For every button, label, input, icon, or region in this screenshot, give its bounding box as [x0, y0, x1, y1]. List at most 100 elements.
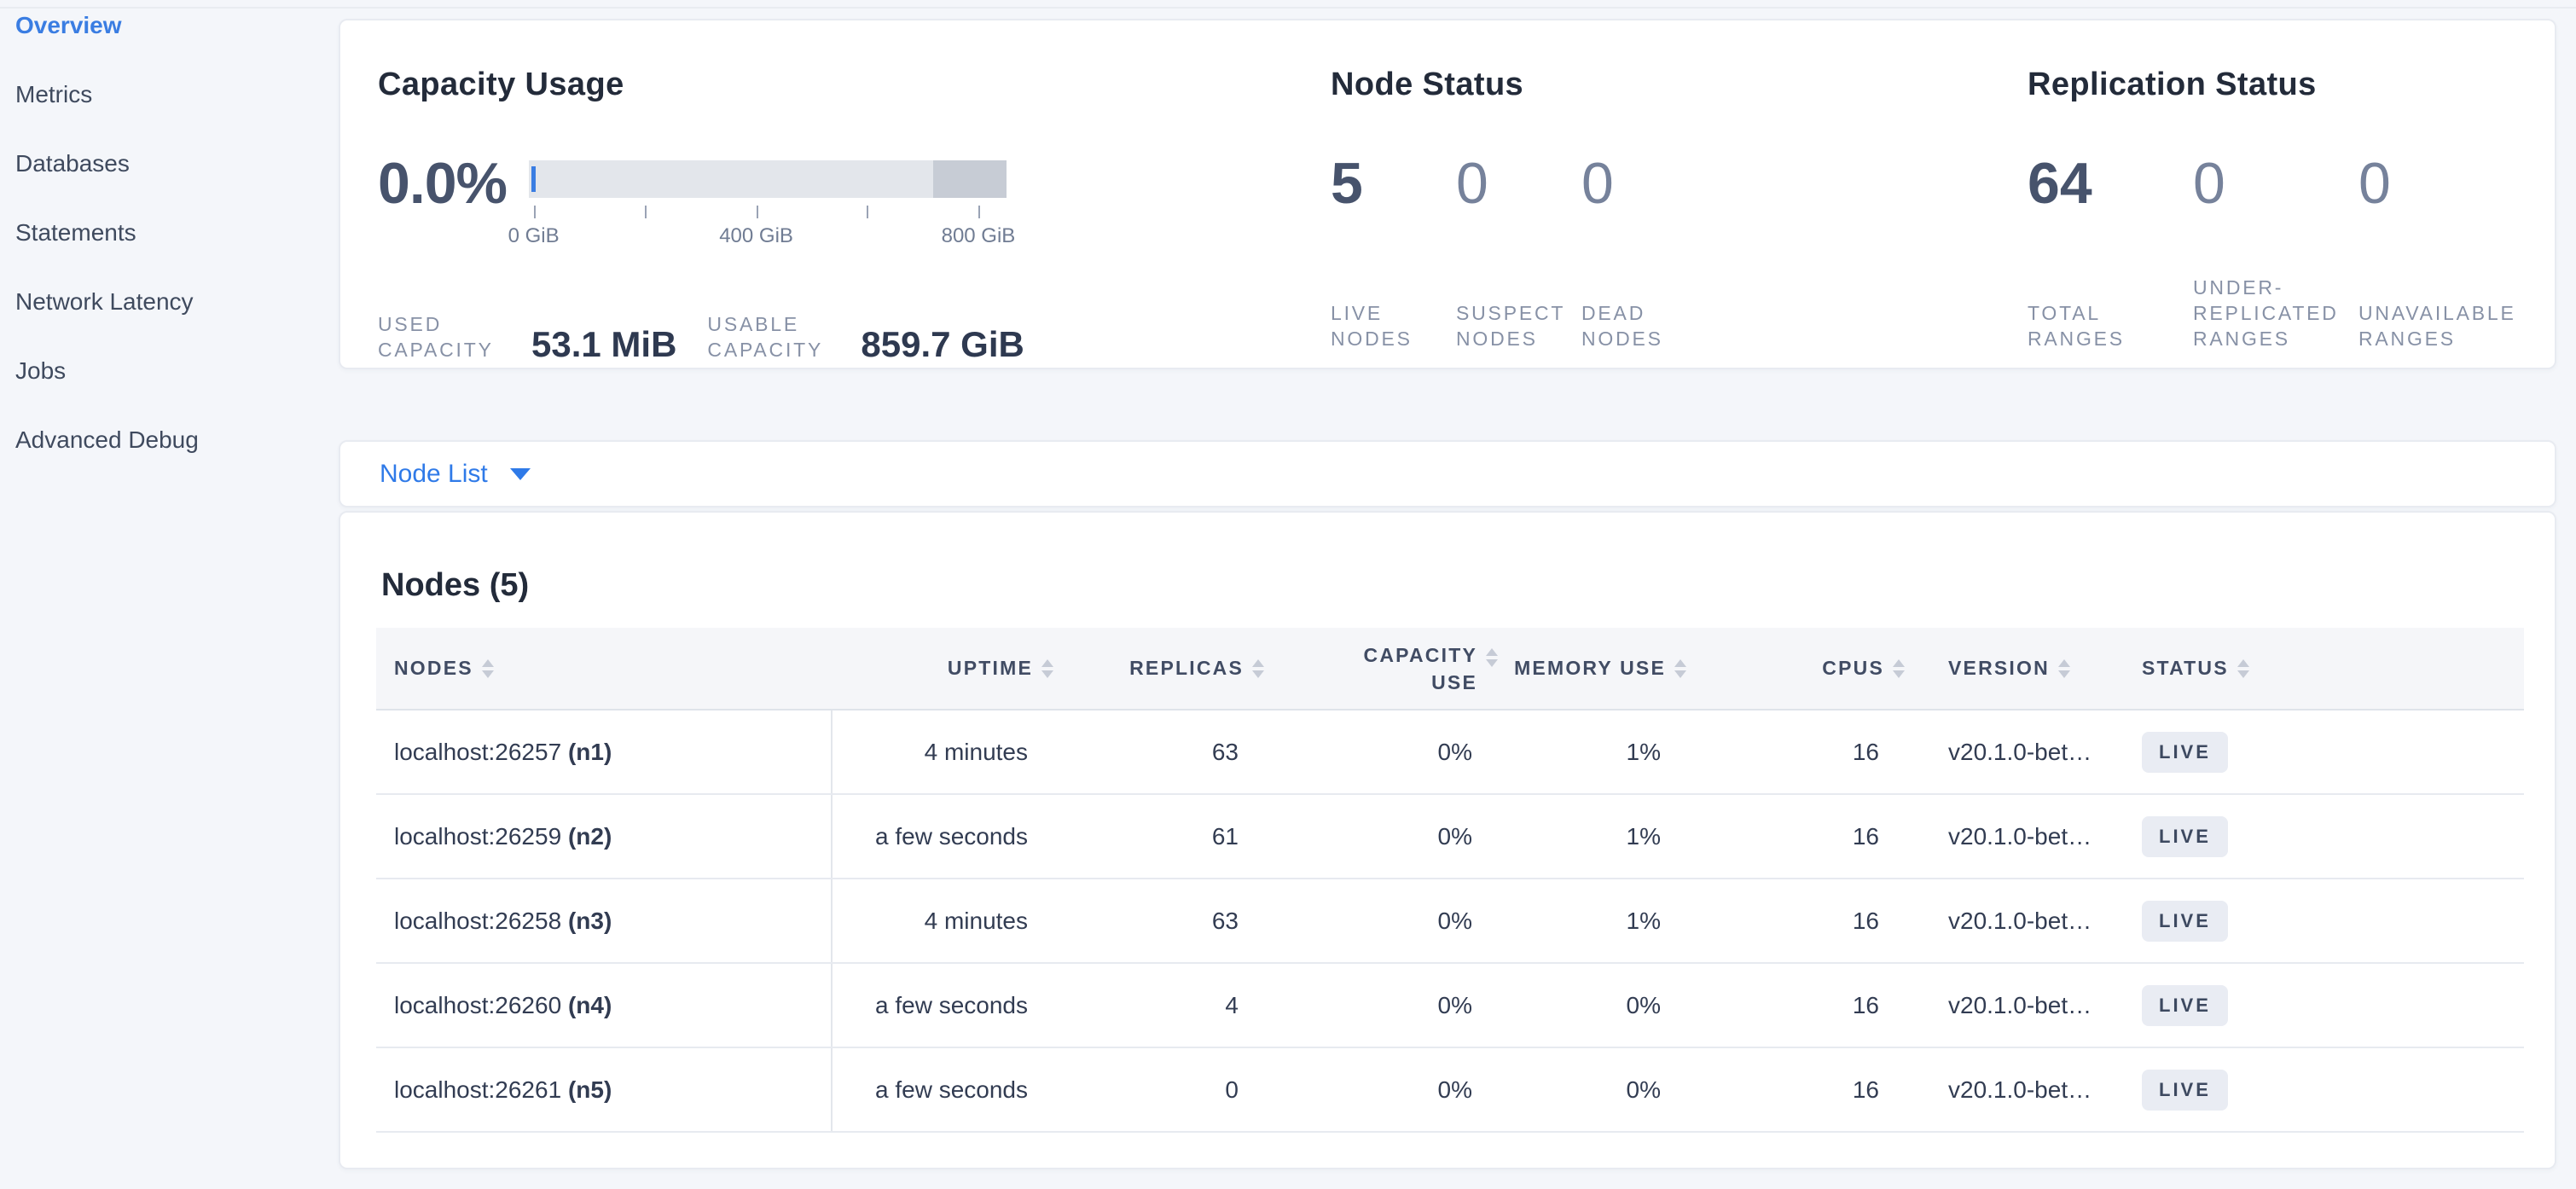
memory-use-cell: 1% [1472, 879, 1661, 963]
capacity-usage-title: Capacity Usage [378, 65, 1024, 104]
col-header-capacity-use[interactable]: CAPACITY USE [1239, 628, 1472, 710]
replicas-cell: 4 [1028, 963, 1239, 1047]
axis-label-800gib: 800 GiB [942, 224, 1016, 248]
replication-status-title: Replication Status [2028, 65, 2546, 104]
uptime-cell: a few seconds [832, 963, 1028, 1047]
col-header-status[interactable]: STATUS [2119, 628, 2524, 710]
live-nodes-label: LIVE NODES [1331, 300, 1456, 351]
axis-label-0gib: 0 GiB [508, 224, 560, 248]
col-header-nodes[interactable]: NODES [376, 628, 832, 710]
dead-nodes-label: DEAD NODES [1581, 300, 1707, 351]
sort-icon [1893, 659, 1905, 678]
col-header-uptime[interactable]: UPTIME [832, 628, 1028, 710]
sidebar-item-metrics[interactable]: Metrics [0, 79, 334, 148]
capacity-use-cell: 0% [1239, 963, 1472, 1047]
capacity-percent-value: 0.0% [378, 157, 529, 210]
col-header-cpus[interactable]: CPUS [1661, 628, 1879, 710]
suspect-nodes-stat: 0 SUSPECT NODES [1456, 157, 1581, 351]
col-header-memory-use[interactable]: MEMORY USE [1472, 628, 1661, 710]
axis-tick [978, 206, 980, 218]
dead-nodes-value: 0 [1581, 157, 1707, 210]
live-nodes-stat: 5 LIVE NODES [1331, 157, 1456, 351]
axis-tick [645, 206, 647, 218]
node-list-dropdown-label: Node List [380, 460, 488, 489]
table-row: localhost:26258 (n3) 4 minutes 63 0% 1% … [376, 879, 2524, 963]
cpus-cell: 16 [1661, 1047, 1879, 1132]
replicas-cell: 63 [1028, 710, 1239, 794]
under-replicated-ranges-stat: 0 UNDER-REPLICATED RANGES [2193, 157, 2358, 351]
used-capacity-label: USED CAPACITY [378, 311, 506, 362]
cpus-cell: 16 [1661, 794, 1879, 879]
used-capacity-stat: USED CAPACITY 53.1 MiB [378, 311, 676, 362]
status-badge: LIVE [2142, 1070, 2228, 1111]
usable-capacity-stat: USABLE CAPACITY 859.7 GiB [707, 311, 1024, 362]
status-badge: LIVE [2142, 985, 2228, 1026]
node-id: (n5) [568, 1076, 612, 1103]
uptime-cell: 4 minutes [832, 710, 1028, 794]
axis-label-400gib: 400 GiB [719, 224, 793, 248]
replication-status-section: Replication Status 64 TOTAL RANGES 0 UND… [2028, 65, 2546, 351]
col-header-replicas[interactable]: REPLICAS [1028, 628, 1239, 710]
memory-use-cell: 0% [1472, 963, 1661, 1047]
capacity-use-cell: 0% [1239, 710, 1472, 794]
table-header-row: NODES UPTIME REPLICAS CAPACITY USE MEMOR… [376, 628, 2524, 710]
replicas-cell: 63 [1028, 879, 1239, 963]
sidebar-item-label: Jobs [15, 356, 66, 386]
node-address-link[interactable]: localhost:26260 [394, 992, 561, 1018]
usable-capacity-value: 859.7 GiB [861, 327, 1024, 362]
sidebar-item-label: Metrics [15, 79, 92, 110]
sidebar-item-advanced-debug[interactable]: Advanced Debug [0, 425, 334, 494]
status-badge: LIVE [2142, 732, 2228, 773]
uptime-cell: a few seconds [832, 794, 1028, 879]
capacity-bar-chart: 0 GiB 400 GiB 800 GiB [529, 160, 1007, 250]
node-status-title: Node Status [1331, 65, 1707, 104]
sidebar-item-jobs[interactable]: Jobs [0, 356, 334, 425]
sort-icon [2058, 659, 2070, 678]
memory-use-cell: 1% [1472, 710, 1661, 794]
capacity-bar-used-marker [531, 166, 536, 192]
node-address-link[interactable]: localhost:26259 [394, 823, 561, 850]
capacity-axis-labels: 0 GiB 400 GiB 800 GiB [529, 224, 1007, 250]
sort-icon [2237, 659, 2249, 678]
main-content: Capacity Usage 0.0% [334, 0, 2556, 1169]
capacity-bar-reserved-segment [933, 160, 1007, 198]
live-nodes-value: 5 [1331, 157, 1456, 210]
cpus-cell: 16 [1661, 963, 1879, 1047]
version-cell: v20.1.0-bet… [1879, 1047, 2119, 1132]
node-address-link[interactable]: localhost:26257 [394, 739, 561, 765]
replicas-cell: 61 [1028, 794, 1239, 879]
node-id: (n3) [568, 908, 612, 934]
version-cell: v20.1.0-bet… [1879, 879, 2119, 963]
capacity-use-cell: 0% [1239, 794, 1472, 879]
node-address-link[interactable]: localhost:26258 [394, 908, 561, 934]
status-badge: LIVE [2142, 816, 2228, 857]
cpus-cell: 16 [1661, 710, 1879, 794]
status-badge: LIVE [2142, 901, 2228, 942]
unavailable-ranges-stat: 0 UNAVAILABLE RANGES [2358, 157, 2546, 351]
sidebar-item-statements[interactable]: Statements [0, 218, 334, 287]
axis-tick [757, 206, 758, 218]
nodes-table: NODES UPTIME REPLICAS CAPACITY USE MEMOR… [376, 628, 2524, 1133]
table-row: localhost:26260 (n4) a few seconds 4 0% … [376, 963, 2524, 1047]
replication-status-stats: 64 TOTAL RANGES 0 UNDER-REPLICATED RANGE… [2028, 157, 2546, 351]
node-address-link[interactable]: localhost:26261 [394, 1076, 561, 1103]
sidebar-item-label: Databases [15, 148, 130, 179]
nodes-table-title: Nodes (5) [381, 566, 2555, 605]
cluster-summary-card: Capacity Usage 0.0% [339, 19, 2556, 369]
sidebar-item-network-latency[interactable]: Network Latency [0, 287, 334, 356]
col-header-version[interactable]: VERSION [1879, 628, 2119, 710]
cpus-cell: 16 [1661, 879, 1879, 963]
unavailable-ranges-label: UNAVAILABLE RANGES [2358, 300, 2542, 351]
sidebar-item-overview[interactable]: Overview [0, 10, 334, 79]
dead-nodes-stat: 0 DEAD NODES [1581, 157, 1707, 351]
total-ranges-value: 64 [2028, 157, 2193, 210]
node-status-section: Node Status 5 LIVE NODES 0 SUSPECT NODES… [1331, 65, 1707, 351]
sidebar-item-databases[interactable]: Databases [0, 148, 334, 218]
nodes-table-card: Nodes (5) NODES UPTIME REPLICAS CAPACITY… [339, 511, 2556, 1169]
node-list-card: Node List [339, 440, 2556, 508]
capacity-use-cell: 0% [1239, 879, 1472, 963]
node-id: (n4) [568, 992, 612, 1018]
node-list-dropdown[interactable]: Node List [340, 460, 531, 489]
capacity-stats: USED CAPACITY 53.1 MiB USABLE CAPACITY 8… [378, 311, 1024, 362]
axis-tick [534, 206, 536, 218]
